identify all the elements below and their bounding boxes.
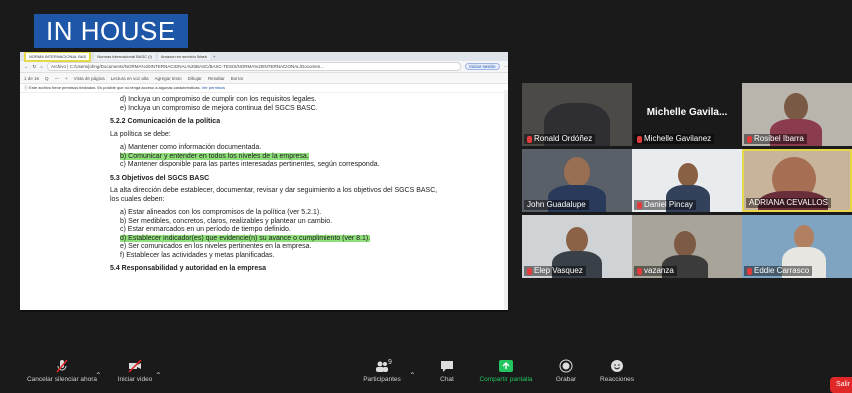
browser-tab[interactable]: NORMA INTERNACIONAL BAS [24,52,92,62]
leave-button[interactable]: Salir [830,377,852,393]
screen-bezel [20,310,508,312]
participant-count: 9 [388,359,392,366]
video-tile[interactable]: Ronald Ordóñez [522,83,632,146]
pdf-toolbar: 1 de 16 Q — + Vista de página Lectura en… [20,73,508,84]
muted-mic-icon [637,201,642,209]
doc-line: b) Ser medibles, concretos, claros, real… [120,217,333,225]
muted-mic-icon [637,135,642,143]
doc-paragraph: La política se debe: [110,130,171,138]
participant-name: Michelle Gavilanez [634,134,715,144]
participant-name: Elep Vasquez [524,266,586,276]
video-options-chevron-icon[interactable]: ⌃ [155,371,162,380]
smiley-icon [611,360,623,372]
info-icon: ⓘ [24,85,28,90]
video-off-icon [128,359,142,373]
audio-button[interactable]: Cancelar silenciar ahora [20,359,104,383]
doc-paragraph: La alta dirección debe establecer, docum… [110,187,438,203]
sign-in-button[interactable]: Iniciar sesión [465,63,500,70]
page-indicator[interactable]: 1 de 16 [24,76,39,81]
add-text-button[interactable]: Agregar texto [155,76,182,81]
url-field[interactable]: Archivo | C:/Users/johng/Documents/NORMA… [47,62,462,71]
home-icon[interactable]: ⌂ [40,64,43,69]
chat-icon [441,361,453,372]
participant-name: Ronald Ordóñez [524,134,596,144]
pdf-page: d) Incluya un compromiso de cumplir con … [110,96,442,278]
active-speaker-tile[interactable]: ADRIANA CEVALLOS [742,149,852,212]
share-screen-icon [499,360,513,372]
brand-banner: IN HOUSE [34,14,188,48]
pdf-scrollbar[interactable] [504,90,508,310]
camera-off-name: Michelle Gavila... [646,107,728,118]
participants-options-chevron-icon[interactable]: ⌃ [409,371,416,380]
participant-gallery: Ronald Ordóñez Michelle Gavila... Michel… [522,83,852,293]
section-heading: 5.2.2 Comunicación de la política [110,118,221,125]
page-view-button[interactable]: Vista de página [74,76,105,81]
video-tile[interactable]: Elep Vasquez [522,215,632,278]
muted-mic-icon [527,135,532,143]
highlighted-line: b) Comunicar y entender en todos los niv… [120,152,309,160]
doc-line: c) Estar enmarcados en un período de tie… [120,226,291,233]
permissions-link[interactable]: Ver permisos [202,85,225,90]
participant-name: Eddie Carrasco [744,266,813,276]
doc-line: d) Incluya un compromiso de cumplir con … [120,96,317,103]
participants-button[interactable]: Participantes [354,359,410,383]
draw-button[interactable]: Dibujar [188,76,202,81]
video-tile[interactable]: Michelle Gavila... Michelle Gavilanez [632,83,742,146]
zoom-in-button[interactable]: + [65,76,68,81]
video-tile[interactable]: vazanza [632,215,742,278]
muted-mic-icon [747,135,752,143]
audio-options-chevron-icon[interactable]: ⌃ [95,371,102,380]
browser-tab[interactable]: Amazon en servicio Wash [157,53,210,60]
muted-microphone-icon [56,359,68,373]
muted-mic-icon [747,267,752,275]
video-tile[interactable]: Eddie Carrasco [742,215,852,278]
doc-line: f) Establecer las actividades y metas pl… [120,251,275,259]
meeting-toolbar: Cancelar silenciar ahora ⌃ Iniciar video… [0,355,852,393]
reactions-button[interactable]: Reacciones [594,359,640,383]
participants-icon [376,361,388,372]
highlighted-line: d) Establecer indicador(es) que evidenci… [120,234,371,242]
video-tile[interactable]: John Guadalupe [522,149,632,212]
read-aloud-button[interactable]: Lectura en voz alta [111,76,149,81]
section-heading: 5.4 Responsabilidad y autoridad en la em… [110,265,266,272]
chat-button[interactable]: Chat [432,359,462,383]
erase-button[interactable]: Borrar [231,76,244,81]
permissions-notice: ⓘ Este archivo tiene permisos limitados.… [20,84,508,93]
back-icon[interactable]: ← [24,64,29,69]
participant-name: John Guadalupe [524,200,589,210]
doc-line: c) Mantener disponible para las partes i… [120,161,380,168]
video-tile[interactable]: Rosibel Ibarra [742,83,852,146]
highlight-button[interactable]: Resaltar [208,76,225,81]
muted-mic-icon [527,267,532,275]
browser-tab[interactable]: Normas internacional BASC (I) [94,53,155,60]
doc-line: e) Incluya un compromiso de mejora conti… [120,104,318,112]
participant-name: Daniel Pincay [634,200,696,210]
share-screen-button[interactable]: Compartir pantalla [470,359,542,383]
record-button[interactable]: Grabar [548,359,584,383]
shared-screen: NORMA INTERNACIONAL BAS Normas internaci… [20,52,508,310]
notice-text: Este archivo tiene permisos limitados. E… [29,85,201,90]
participant-name: Rosibel Ibarra [744,134,807,144]
menu-icon[interactable]: ⋯ [504,64,509,70]
refresh-icon[interactable]: ↻ [33,64,37,70]
doc-line: a) Mantener como información documentada… [120,144,262,151]
video-button[interactable]: Iniciar video [110,359,160,383]
record-icon [559,359,573,373]
participant-name: vazanza [634,266,677,276]
search-icon[interactable]: Q [45,76,49,81]
doc-line: a) Estar alineados con los compromisos d… [120,209,322,216]
new-tab-button[interactable]: + [213,54,215,59]
doc-line: e) Ser comunicados en los niveles pertin… [120,243,312,250]
muted-mic-icon [637,267,642,275]
section-heading: 5.3 Objetivos del SGCS BASC [110,174,210,182]
video-tile[interactable]: Daniel Pincay [632,149,742,212]
zoom-out-button[interactable]: — [55,76,60,81]
browser-tabs: NORMA INTERNACIONAL BAS Normas internaci… [20,52,508,62]
address-bar-row: ← ↻ ⌂ Archivo | C:/Users/johng/Documents… [20,61,508,73]
participant-name: ADRIANA CEVALLOS [746,198,831,208]
